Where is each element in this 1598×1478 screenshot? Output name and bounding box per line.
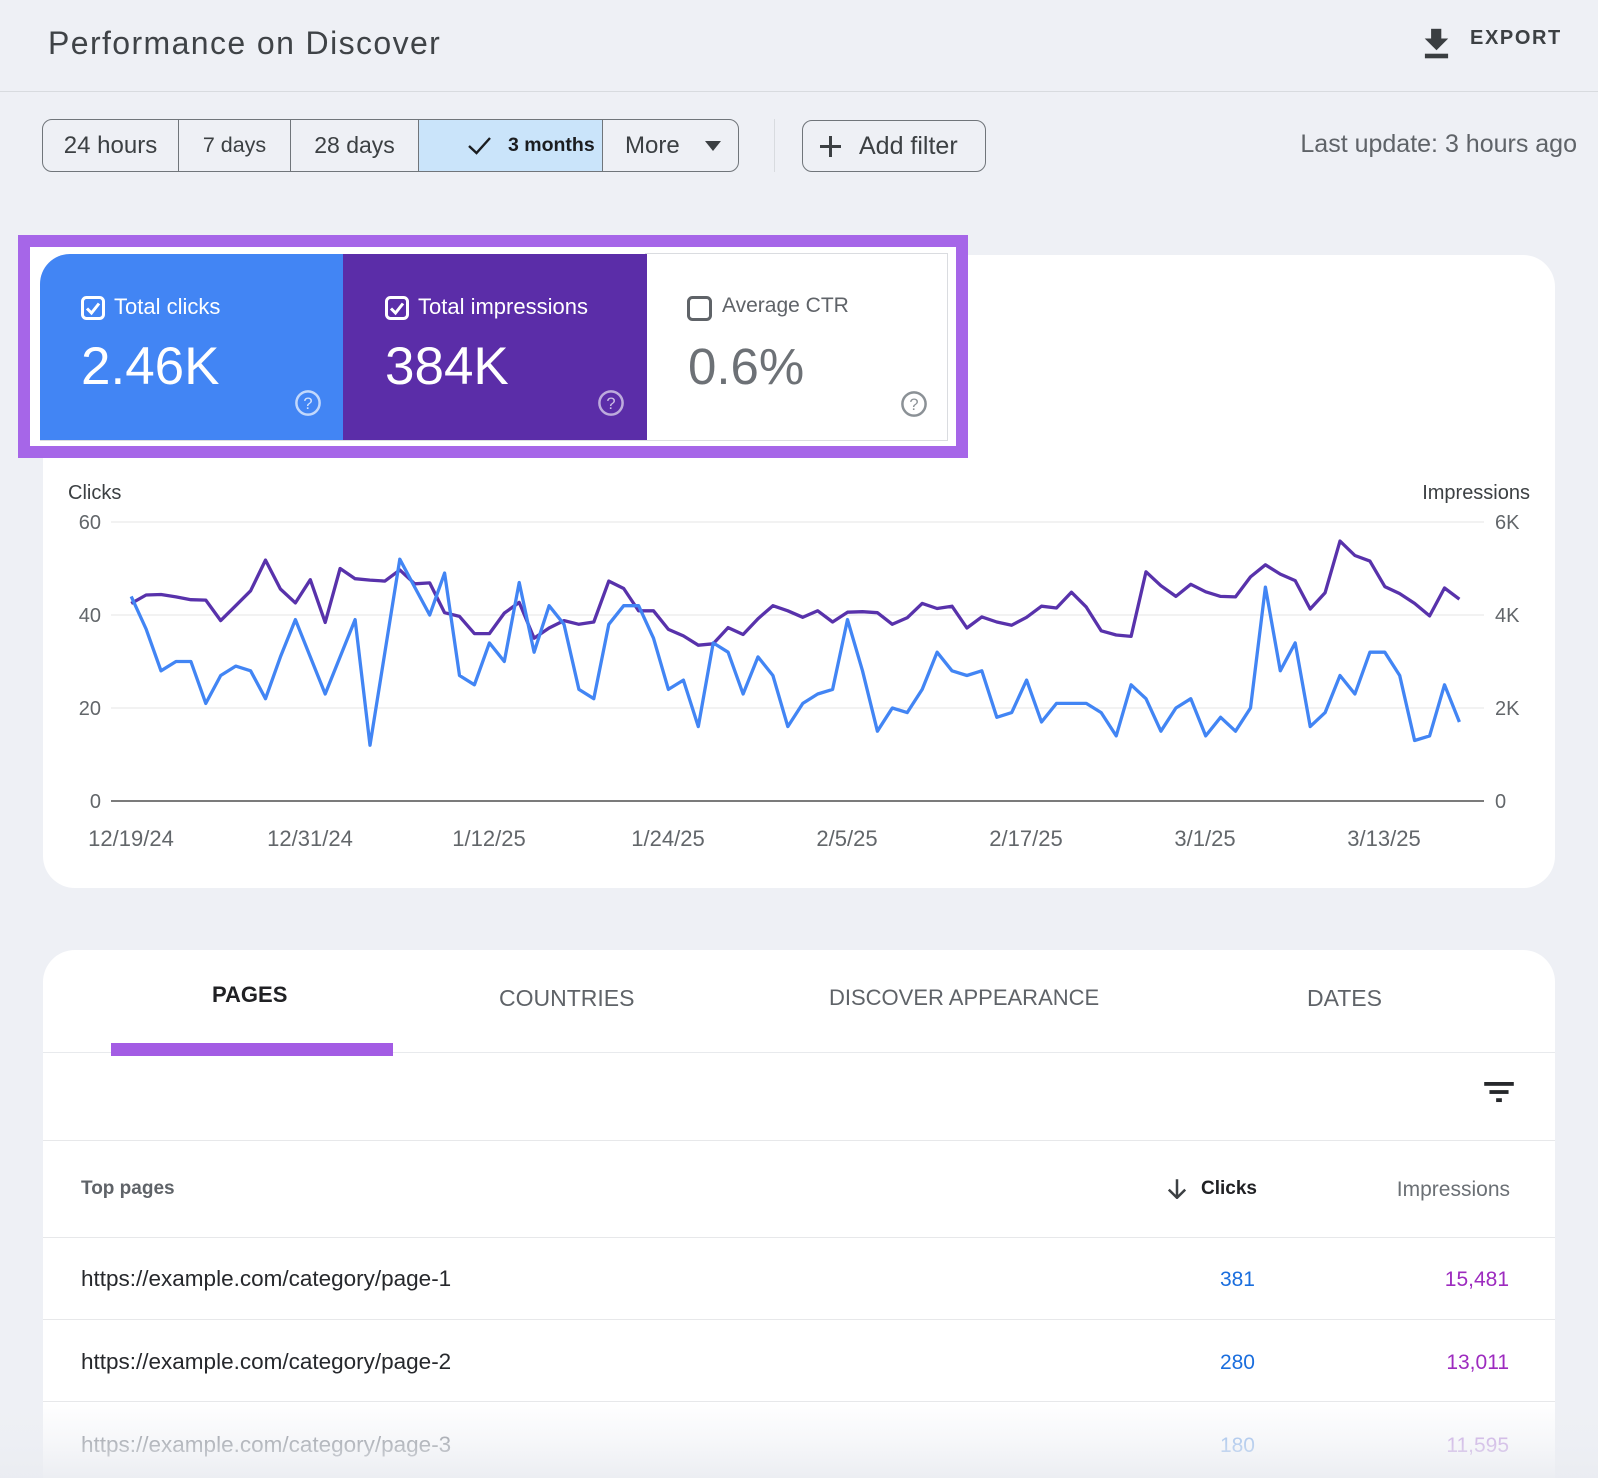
svg-text:6K: 6K: [1495, 512, 1520, 534]
svg-text:2/17/25: 2/17/25: [989, 826, 1062, 851]
svg-text:3/1/25: 3/1/25: [1174, 826, 1235, 851]
svg-text:12/31/24: 12/31/24: [267, 826, 353, 851]
svg-text:2K: 2K: [1495, 698, 1520, 720]
svg-text:2/5/25: 2/5/25: [816, 826, 877, 851]
svg-text:0: 0: [1495, 791, 1506, 813]
svg-text:1/24/25: 1/24/25: [631, 826, 704, 851]
svg-text:12/19/24: 12/19/24: [88, 826, 174, 851]
svg-text:20: 20: [79, 698, 101, 720]
svg-text:1/12/25: 1/12/25: [452, 826, 525, 851]
svg-text:Impressions: Impressions: [1422, 482, 1530, 504]
svg-text:3/13/25: 3/13/25: [1347, 826, 1420, 851]
svg-text:60: 60: [79, 512, 101, 534]
svg-text:Clicks: Clicks: [68, 482, 121, 504]
svg-text:4K: 4K: [1495, 605, 1520, 627]
svg-text:40: 40: [79, 605, 101, 627]
svg-text:0: 0: [90, 791, 101, 813]
